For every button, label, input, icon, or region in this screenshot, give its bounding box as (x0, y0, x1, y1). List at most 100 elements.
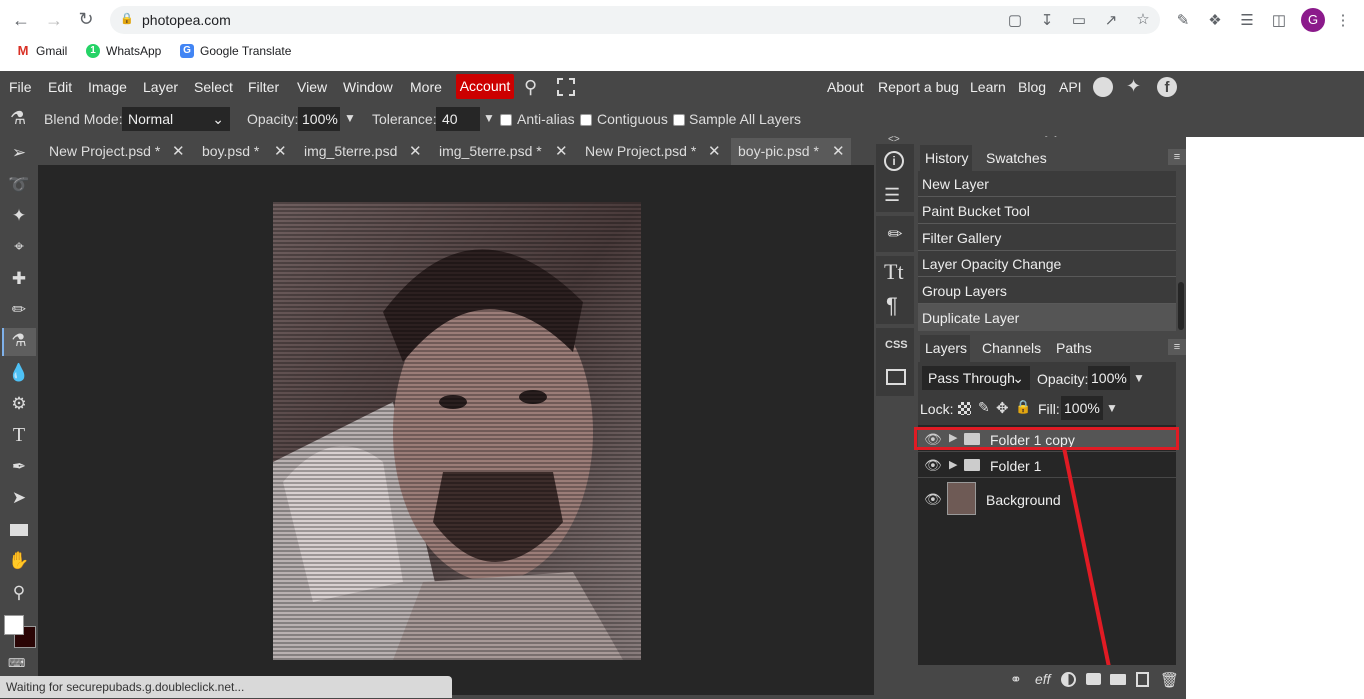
panel-menu-icon[interactable]: ≡ (1168, 149, 1186, 165)
tab-channels[interactable]: Channels (982, 340, 1041, 356)
lock-transparency-icon[interactable] (958, 402, 971, 415)
link-blog[interactable]: Blog (1018, 79, 1046, 95)
tab-history[interactable]: History (925, 150, 969, 166)
antialias-checkbox[interactable] (500, 114, 512, 126)
crop-tool-icon[interactable]: ⌖ (6, 234, 32, 260)
tab-boy-pic[interactable]: boy-pic.psd * (738, 141, 819, 165)
menu-select[interactable]: Select (194, 79, 233, 95)
blend-mode-select[interactable]: Normal ⌄ (122, 107, 230, 131)
close-icon[interactable]: ✕ (172, 142, 185, 160)
tolerance-dropdown-icon[interactable]: ▼ (483, 111, 495, 125)
address-bar[interactable] (110, 6, 1160, 34)
fill-dropdown-icon[interactable]: ▼ (1106, 401, 1118, 415)
contiguous-checkbox[interactable] (580, 114, 592, 126)
url-text[interactable]: photopea.com (142, 12, 231, 28)
move-tool-icon[interactable]: ➢ (6, 140, 32, 166)
mask-icon[interactable] (1086, 673, 1101, 685)
screenshot-icon[interactable]: ▢ (1006, 11, 1024, 29)
link-api[interactable]: API (1059, 79, 1082, 95)
star-icon[interactable]: ☆ (1134, 10, 1152, 28)
search-icon[interactable]: ⚲ (524, 77, 537, 98)
facebook-icon[interactable]: f (1157, 77, 1177, 97)
dodge-tool-icon[interactable]: ⚙ (6, 391, 32, 417)
path-select-icon[interactable]: ➤ (6, 485, 32, 511)
page-icon[interactable]: ▭ (1070, 11, 1088, 29)
foreground-color-swatch[interactable] (4, 615, 24, 635)
share-icon[interactable]: ↗ (1102, 11, 1120, 29)
history-item[interactable]: Paint Bucket Tool (922, 203, 1030, 219)
healing-tool-icon[interactable]: ✚ (6, 266, 32, 292)
menu-window[interactable]: Window (343, 79, 393, 95)
opacity-dropdown-icon[interactable]: ▼ (344, 111, 356, 125)
blur-tool-icon[interactable]: 💧 (6, 360, 32, 386)
tab-layers[interactable]: Layers (925, 340, 967, 356)
menu-layer[interactable]: Layer (143, 79, 178, 95)
menu-edit[interactable]: Edit (48, 79, 72, 95)
effects-icon[interactable]: eff (1035, 671, 1051, 687)
opacity-input[interactable]: 100% (298, 107, 340, 131)
menu-file[interactable]: File (9, 79, 32, 95)
hand-tool-icon[interactable]: ✋ (6, 548, 32, 574)
document-canvas[interactable] (273, 202, 641, 660)
paragraph-icon[interactable]: ¶ (886, 293, 898, 319)
tab-img-5terre[interactable]: img_5terre.psd (304, 141, 397, 165)
history-item[interactable]: Layer Opacity Change (922, 256, 1061, 272)
reload-icon[interactable]: ↻ (74, 9, 98, 29)
menu-filter[interactable]: Filter (248, 79, 279, 95)
pen-tool-icon[interactable]: ✒ (6, 454, 32, 480)
close-icon[interactable]: ✕ (409, 142, 422, 160)
expand-arrow-icon[interactable]: ▶ (949, 458, 957, 471)
tab-new-project-1[interactable]: New Project.psd * (49, 141, 160, 165)
layer-opacity-dropdown-icon[interactable]: ▼ (1133, 371, 1145, 385)
history-item-active[interactable]: Duplicate Layer (922, 310, 1019, 326)
close-icon[interactable]: ✕ (274, 142, 287, 160)
rectangle-tool-icon[interactable] (6, 518, 32, 544)
magic-wand-icon[interactable]: ✦ (6, 203, 32, 229)
bookmark-whatsapp[interactable]: 1 WhatsApp (86, 44, 161, 58)
layer-opacity-input[interactable]: 100% (1088, 366, 1130, 390)
pen-extension-icon[interactable]: ✎ (1174, 11, 1192, 29)
account-button[interactable]: Account (456, 74, 514, 99)
lock-pixels-icon[interactable]: ✎ (978, 399, 990, 416)
history-scrollbar[interactable] (1178, 282, 1184, 330)
zoom-tool-icon[interactable]: ⚲ (6, 580, 32, 606)
new-layer-icon[interactable] (1136, 672, 1149, 687)
lock-all-icon[interactable]: 🔒 (1015, 399, 1031, 415)
layer-blend-select[interactable]: Pass Through ⌄ (922, 366, 1030, 390)
media-icon[interactable]: ☰ (1238, 11, 1256, 29)
menu-view[interactable]: View (297, 79, 327, 95)
tab-paths[interactable]: Paths (1056, 340, 1092, 356)
close-icon[interactable]: ✕ (832, 142, 845, 160)
history-item[interactable]: Group Layers (922, 283, 1007, 299)
keyboard-icon[interactable]: ⌨ (8, 656, 25, 670)
link-learn[interactable]: Learn (970, 79, 1006, 95)
lasso-tool-icon[interactable]: ➰ (6, 172, 32, 198)
tolerance-input[interactable]: 40 (436, 107, 480, 131)
brush-panel-icon[interactable]: ✏ (876, 216, 914, 252)
kebab-menu-icon[interactable]: ⋮ (1334, 11, 1352, 29)
eye-icon[interactable]: 👁 (924, 457, 942, 474)
sidepanel-icon[interactable]: ◫ (1270, 11, 1288, 29)
back-icon[interactable]: ← (9, 10, 33, 30)
menu-image[interactable]: Image (88, 79, 127, 95)
install-icon[interactable]: ↧ (1038, 11, 1056, 29)
link-report-bug[interactable]: Report a bug (878, 79, 959, 95)
history-item[interactable]: New Layer (922, 176, 989, 192)
tab-new-project-2[interactable]: New Project.psd * (585, 141, 696, 165)
layer-name-folder-1[interactable]: Folder 1 (990, 458, 1041, 474)
new-folder-icon[interactable] (1110, 674, 1126, 685)
adjustment-icon[interactable] (1061, 672, 1076, 687)
image-icon[interactable] (886, 369, 906, 385)
close-icon[interactable]: ✕ (708, 142, 721, 160)
menu-more[interactable]: More (410, 79, 442, 95)
fullscreen-icon[interactable] (557, 78, 575, 96)
delete-icon[interactable]: 🗑 (1160, 671, 1179, 689)
extensions-icon[interactable]: ❖ (1206, 11, 1224, 29)
history-item[interactable]: Filter Gallery (922, 230, 1001, 246)
layer-name-background[interactable]: Background (986, 492, 1061, 508)
eye-icon[interactable]: 👁 (924, 491, 942, 508)
panel-menu-icon[interactable]: ≡ (1168, 339, 1186, 355)
forward-icon[interactable]: → (42, 10, 66, 30)
link-icon[interactable]: ⚭ (1010, 671, 1022, 688)
css-icon[interactable]: CSS (885, 339, 908, 351)
